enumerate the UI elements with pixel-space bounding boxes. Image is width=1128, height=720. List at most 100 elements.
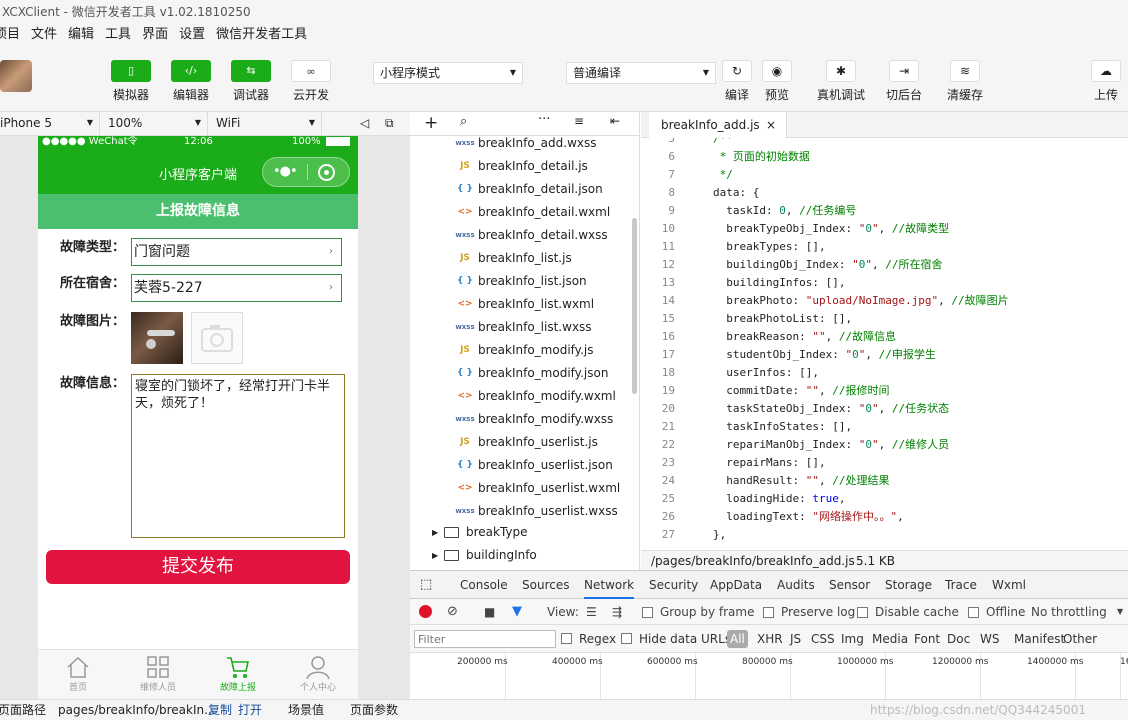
device-select[interactable]: iPhone 5 ▼ bbox=[0, 112, 100, 136]
menu-file[interactable]: 文件 bbox=[31, 24, 57, 46]
offline-checkbox[interactable] bbox=[968, 607, 979, 618]
more-icon[interactable]: ··· bbox=[538, 112, 550, 127]
code-line[interactable]: 24 handResult: "", //处理结果 bbox=[641, 472, 890, 490]
clear-icon[interactable]: ⊘ bbox=[447, 599, 458, 625]
window-icon[interactable]: ⧉ bbox=[385, 112, 394, 134]
type-filter-js[interactable]: JS bbox=[790, 625, 801, 653]
file-item[interactable]: <> breakInfo_list.wxml bbox=[410, 293, 632, 316]
break-type-picker[interactable]: 门窗问题 › bbox=[131, 238, 342, 266]
code-line[interactable]: 13 buildingInfos: [], bbox=[641, 274, 846, 292]
code-line[interactable]: 12 buildingObj_Index: "0", //所在宿舍 bbox=[641, 256, 943, 274]
copy-link[interactable]: 复制 bbox=[208, 700, 232, 720]
dorm-picker[interactable]: 芙蓉5-227 › bbox=[131, 274, 342, 302]
file-item[interactable]: JS breakInfo_modify.js bbox=[410, 339, 632, 362]
devtools-tab-console[interactable]: Console bbox=[460, 571, 508, 599]
menu-settings[interactable]: 设置 bbox=[179, 24, 205, 46]
menu-edit[interactable]: 编辑 bbox=[68, 24, 94, 46]
code-line[interactable]: 23 repairMans: [], bbox=[641, 454, 826, 472]
code-line[interactable]: 14 breakPhoto: "upload/NoImage.jpg", //故… bbox=[641, 292, 1009, 310]
file-item[interactable]: JS breakInfo_detail.js bbox=[410, 155, 632, 178]
inspect-icon[interactable]: ⬚ bbox=[420, 571, 432, 599]
remote-debug-button[interactable]: ✱ 真机调试 bbox=[814, 60, 868, 103]
menu-project[interactable]: 项目 bbox=[0, 24, 20, 46]
simulator-button[interactable]: ▯ 模拟器 bbox=[101, 60, 161, 103]
camera-icon[interactable]: ■ bbox=[484, 599, 495, 625]
type-filter-ws[interactable]: WS bbox=[980, 625, 999, 653]
disable-cache-checkbox[interactable] bbox=[857, 607, 868, 618]
type-filter-manifest[interactable]: Manifest bbox=[1014, 625, 1065, 653]
type-filter-xhr[interactable]: XHR bbox=[757, 625, 783, 653]
devtools-tab-sensor[interactable]: Sensor bbox=[829, 571, 870, 599]
file-item[interactable]: <> breakInfo_detail.wxml bbox=[410, 201, 632, 224]
filter-input[interactable] bbox=[414, 630, 556, 648]
throttling-select[interactable]: No throttling bbox=[1031, 599, 1107, 625]
debugger-button[interactable]: ⇆ 调试器 bbox=[221, 60, 281, 103]
file-item[interactable]: wxss breakInfo_list.wxss bbox=[410, 316, 632, 339]
devtools-tab-storage[interactable]: Storage bbox=[885, 571, 932, 599]
file-item[interactable]: JS breakInfo_list.js bbox=[410, 247, 632, 270]
code-line[interactable]: 17 studentObj_Index: "0", //申报学生 bbox=[641, 346, 936, 364]
code-line[interactable]: 27}, bbox=[641, 526, 727, 544]
code-line[interactable]: 26 loadingText: "网络操作中。。", bbox=[641, 508, 904, 526]
code-line[interactable]: 10 breakTypeObj_Index: "0", //故障类型 bbox=[641, 220, 949, 238]
devtools-tab-trace[interactable]: Trace bbox=[945, 571, 977, 599]
compile-mode-select[interactable]: 普通编译 ▼ bbox=[566, 62, 716, 84]
editor-button[interactable]: ‹/› 编辑器 bbox=[161, 60, 221, 103]
add-icon[interactable]: + bbox=[424, 112, 438, 134]
code-line[interactable]: 19 commitDate: "", //报修时间 bbox=[641, 382, 890, 400]
cloud-button[interactable]: ∞ 云开发 bbox=[281, 60, 341, 103]
folder-breaktype[interactable]: ▶ breakType bbox=[410, 521, 632, 544]
file-item[interactable]: { } breakInfo_detail.json bbox=[410, 178, 632, 201]
add-photo-button[interactable] bbox=[191, 312, 243, 364]
type-filter-media[interactable]: Media bbox=[872, 625, 908, 653]
code-line[interactable]: 25 loadingHide: true, bbox=[641, 490, 846, 508]
code-area[interactable]: 5/** 6 * 页面的初始数据 7 */8 data: {9 taskId: 0, … bbox=[641, 138, 1128, 550]
code-line[interactable]: 16 breakReason: "", //故障信息 bbox=[641, 328, 896, 346]
network-select[interactable]: WiFi ▼ bbox=[212, 112, 322, 136]
close-miniprogram-icon[interactable] bbox=[318, 164, 335, 181]
regex-checkbox[interactable] bbox=[561, 633, 572, 644]
folder-buildinginfo[interactable]: ▶ buildingInfo bbox=[410, 544, 632, 567]
compile-button[interactable]: ↻ 编译 bbox=[715, 60, 759, 103]
code-line[interactable]: 9 taskId: 0, //任务编号 bbox=[641, 202, 856, 220]
user-avatar[interactable] bbox=[0, 60, 32, 92]
code-line[interactable]: 6 * 页面的初始数据 bbox=[641, 148, 810, 166]
devtools-tab-security[interactable]: Security bbox=[649, 571, 698, 599]
devtools-tab-appdata[interactable]: AppData bbox=[710, 571, 762, 599]
mode-select[interactable]: 小程序模式 ▼ bbox=[373, 62, 523, 84]
scene-value[interactable]: 场景值 bbox=[288, 700, 324, 720]
sidebar-toggle-icon[interactable]: ⇤ bbox=[610, 114, 620, 128]
code-line[interactable]: 11 breakTypes: [], bbox=[641, 238, 826, 256]
type-filter-font[interactable]: Font bbox=[914, 625, 940, 653]
file-item[interactable]: <> breakInfo_userlist.wxml bbox=[410, 477, 632, 500]
type-filter-all[interactable]: All bbox=[727, 630, 748, 648]
devtools-tab-sources[interactable]: Sources bbox=[522, 571, 569, 599]
preserve-log-checkbox[interactable] bbox=[763, 607, 774, 618]
code-line[interactable]: 8 data: { bbox=[641, 184, 759, 202]
page-params[interactable]: 页面参数 bbox=[350, 700, 398, 720]
code-line[interactable]: 7 */ bbox=[641, 166, 733, 184]
filter-icon[interactable]: ▼ bbox=[512, 599, 522, 625]
type-filter-img[interactable]: Img bbox=[841, 625, 864, 653]
code-line[interactable]: 21 taskInfoStates: [], bbox=[641, 418, 852, 436]
file-item[interactable]: wxss breakInfo_userlist.wxss bbox=[410, 500, 632, 523]
file-item[interactable]: { } breakInfo_list.json bbox=[410, 270, 632, 293]
file-item[interactable]: <> breakInfo_modify.wxml bbox=[410, 385, 632, 408]
more-icon[interactable]: •●• bbox=[273, 164, 298, 179]
search-icon[interactable]: ⌕ bbox=[460, 114, 467, 129]
waterfall-icon[interactable]: ⇶ bbox=[612, 599, 622, 625]
file-item[interactable]: { } breakInfo_userlist.json bbox=[410, 454, 632, 477]
tab-repairmen[interactable]: 维修人员 bbox=[118, 650, 198, 699]
file-item[interactable]: wxss breakInfo_detail.wxss bbox=[410, 224, 632, 247]
menu-tools[interactable]: 工具 bbox=[105, 24, 131, 46]
code-line[interactable]: 18 userInfos: [], bbox=[641, 364, 819, 382]
photo-thumbnail[interactable] bbox=[131, 312, 183, 364]
preview-button[interactable]: ◉ 预览 bbox=[755, 60, 799, 103]
type-filter-doc[interactable]: Doc bbox=[947, 625, 970, 653]
menu-view[interactable]: 界面 bbox=[142, 24, 168, 46]
group-by-frame-checkbox[interactable] bbox=[642, 607, 653, 618]
type-filter-other[interactable]: Other bbox=[1063, 625, 1097, 653]
zoom-select[interactable]: 100% ▼ bbox=[104, 112, 208, 136]
menu-wechat-devtools[interactable]: 微信开发者工具 bbox=[216, 24, 307, 46]
capsule-menu[interactable]: •●• bbox=[262, 157, 350, 187]
